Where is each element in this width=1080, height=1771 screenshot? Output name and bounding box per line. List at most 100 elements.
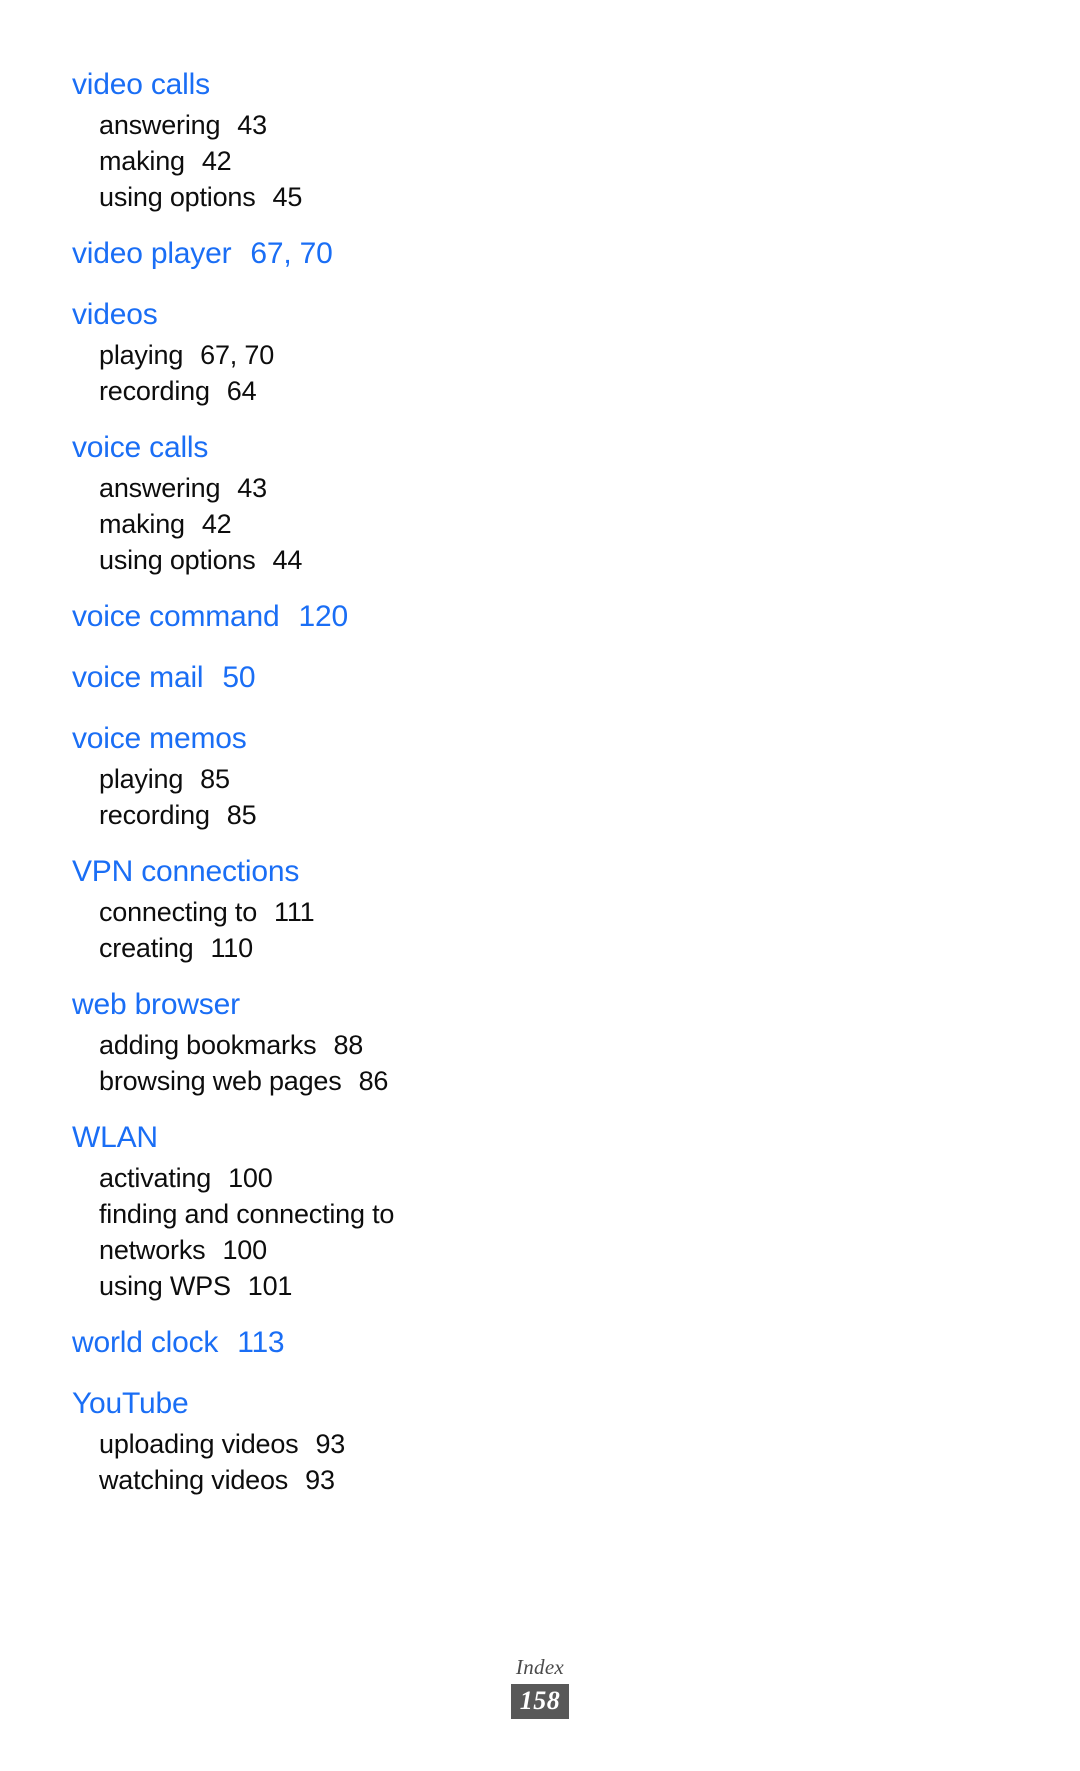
index-subentry-pages: 67, 70 bbox=[200, 340, 275, 370]
index-heading-label: voice calls bbox=[72, 431, 209, 464]
index-subentry-pages: 43 bbox=[237, 110, 267, 140]
index-subentry-list: answering 43 making 42 using options 45 bbox=[72, 107, 532, 215]
index-subentry-label: using WPS bbox=[99, 1271, 231, 1301]
index-subentry-label: answering bbox=[99, 110, 221, 140]
index-subentry-label: connecting to bbox=[99, 897, 258, 927]
index-subentry-label: playing bbox=[99, 764, 184, 794]
index-subentry-label: recording bbox=[99, 800, 210, 830]
index-subentry[interactable]: connecting to 111 bbox=[72, 894, 532, 930]
index-heading[interactable]: web browser bbox=[72, 982, 532, 1027]
index-group: VPN connections connecting to 111 creating 1… bbox=[72, 849, 532, 966]
index-subentry[interactable]: uploading videos 93 bbox=[72, 1426, 532, 1462]
index-subentry-pages: 86 bbox=[358, 1066, 389, 1096]
index-subentry-label: creating bbox=[99, 933, 194, 963]
index-subentry[interactable]: answering 43 bbox=[72, 107, 532, 143]
index-heading[interactable]: videos bbox=[72, 292, 532, 337]
index-subentry[interactable]: adding bookmarks 88 bbox=[72, 1027, 532, 1063]
index-heading-label: video calls bbox=[72, 68, 210, 101]
footer-section-label: Index bbox=[515, 1655, 565, 1679]
index-subentry[interactable]: making 42 bbox=[72, 143, 532, 179]
index-subentry-pages: 45 bbox=[272, 182, 303, 212]
index-group: voice memos playing 85 recording 85 bbox=[72, 716, 532, 833]
index-subentry-pages: 42 bbox=[201, 146, 232, 176]
index-subentry-label: playing bbox=[99, 340, 184, 370]
index-heading[interactable]: voice calls bbox=[72, 425, 532, 470]
index-group: world clock 113 bbox=[72, 1320, 532, 1365]
index-heading-label: video player bbox=[72, 237, 232, 270]
index-subentry-pages: 100 bbox=[228, 1163, 273, 1193]
index-subentry-pages: 85 bbox=[226, 800, 257, 830]
index-subentry[interactable]: recording 85 bbox=[72, 797, 532, 833]
index-subentry[interactable]: browsing web pages 86 bbox=[72, 1063, 532, 1099]
index-heading[interactable]: voice mail 50 bbox=[72, 655, 532, 700]
index-subentry-pages: 64 bbox=[226, 376, 257, 406]
index-heading-label: WLAN bbox=[72, 1121, 158, 1154]
index-subentry[interactable]: using options 45 bbox=[72, 179, 532, 215]
index-subentry-list: playing 85 recording 85 bbox=[72, 761, 532, 833]
index-group: voice mail 50 bbox=[72, 655, 532, 700]
index-subentry-pages: 44 bbox=[272, 545, 303, 575]
index-heading-label: web browser bbox=[72, 988, 240, 1021]
index-subentry[interactable]: finding and connecting to networks 100 bbox=[72, 1196, 465, 1268]
index-subentry[interactable]: creating 110 bbox=[72, 930, 532, 966]
index-subentry[interactable]: playing 85 bbox=[72, 761, 532, 797]
index-heading-pages: 113 bbox=[237, 1326, 285, 1359]
index-group: voice calls answering 43 making 42 using opti… bbox=[72, 425, 532, 578]
index-subentry[interactable]: making 42 bbox=[72, 506, 532, 542]
index-subentry-label: watching videos bbox=[99, 1465, 289, 1495]
index-subentry-list: activating 100 finding and connecting to n… bbox=[72, 1160, 532, 1304]
index-heading-label: videos bbox=[72, 298, 158, 331]
index-subentry-label: recording bbox=[99, 376, 210, 406]
index-heading[interactable]: video calls bbox=[72, 62, 532, 107]
index-subentry-list: adding bookmarks 88 browsing web pages 86 bbox=[72, 1027, 532, 1099]
index-subentry-pages: 111 bbox=[274, 897, 315, 927]
index-subentry[interactable]: watching videos 93 bbox=[72, 1462, 532, 1498]
index-subentry-label: activating bbox=[99, 1163, 212, 1193]
index-subentry[interactable]: activating 100 bbox=[72, 1160, 532, 1196]
index-heading-label: VPN connections bbox=[72, 855, 300, 888]
index-heading[interactable]: video player 67, 70 bbox=[72, 231, 532, 276]
index-subentry[interactable]: answering 43 bbox=[72, 470, 532, 506]
index-subentry[interactable]: recording 64 bbox=[72, 373, 532, 409]
index-subentry-label: uploading videos bbox=[99, 1429, 299, 1459]
index-subentry-label: using options bbox=[99, 545, 256, 575]
index-subentry-pages: 85 bbox=[200, 764, 230, 794]
index-subentry-pages: 93 bbox=[305, 1465, 335, 1495]
index-heading[interactable]: VPN connections bbox=[72, 849, 532, 894]
index-group: videos playing 67, 70 recording 64 bbox=[72, 292, 532, 409]
index-heading-label: YouTube bbox=[72, 1387, 189, 1420]
index-subentry-pages: 101 bbox=[247, 1271, 293, 1301]
index-heading[interactable]: voice memos bbox=[72, 716, 532, 761]
footer-page-number: 158 bbox=[510, 1684, 570, 1719]
index-subentry-pages: 100 bbox=[222, 1235, 267, 1265]
index-subentry-label: using options bbox=[99, 182, 256, 212]
index-subentry-label: making bbox=[99, 146, 185, 176]
index-heading-label: voice command bbox=[72, 600, 280, 633]
index-heading[interactable]: world clock 113 bbox=[72, 1320, 532, 1365]
index-heading-label: voice mail bbox=[72, 661, 204, 694]
index-heading-pages: 120 bbox=[298, 600, 349, 633]
index-subentry-pages: 88 bbox=[333, 1030, 364, 1060]
index-subentry-pages: 42 bbox=[201, 509, 232, 539]
index-heading-pages: 50 bbox=[222, 661, 256, 694]
index-subentry[interactable]: using options 44 bbox=[72, 542, 532, 578]
index-subentry[interactable]: using WPS 101 bbox=[72, 1268, 532, 1304]
index-subentry[interactable]: playing 67, 70 bbox=[72, 337, 532, 373]
index-entry-list: video calls answering 43 making 42 using opti… bbox=[72, 62, 532, 1498]
index-subentry-label: answering bbox=[99, 473, 221, 503]
index-subentry-pages: 110 bbox=[210, 933, 253, 963]
index-group: video calls answering 43 making 42 using opti… bbox=[72, 62, 532, 215]
index-heading-label: world clock bbox=[72, 1326, 219, 1359]
index-subentry-label: making bbox=[99, 509, 185, 539]
index-subentry-label: adding bookmarks bbox=[99, 1030, 317, 1060]
page-footer: Index 158 bbox=[0, 1654, 1080, 1719]
index-heading[interactable]: WLAN bbox=[72, 1115, 532, 1160]
index-subentry-list: playing 67, 70 recording 64 bbox=[72, 337, 532, 409]
index-group: voice command 120 bbox=[72, 594, 532, 639]
index-page: video calls answering 43 making 42 using opti… bbox=[0, 0, 1080, 1771]
index-subentry-pages: 43 bbox=[237, 473, 267, 503]
index-group: web browser adding bookmarks 88 browsing we… bbox=[72, 982, 532, 1099]
index-heading[interactable]: voice command 120 bbox=[72, 594, 532, 639]
index-heading-label: voice memos bbox=[72, 722, 247, 755]
index-heading[interactable]: YouTube bbox=[72, 1381, 532, 1426]
